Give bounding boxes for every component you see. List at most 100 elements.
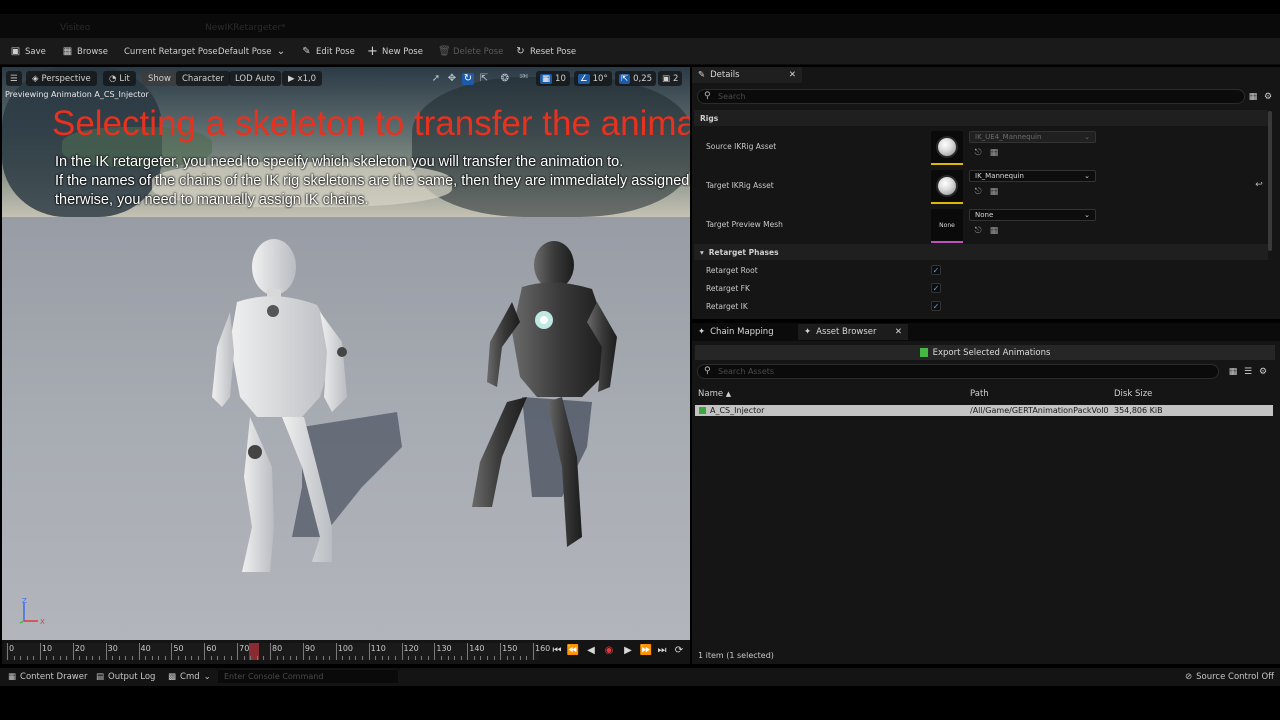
viewport[interactable]: ☰ ◈ Perspective ◔ Lit Show Character LOD… <box>2 67 690 640</box>
reset-pose-button[interactable]: ↻ Reset Pose <box>515 38 576 65</box>
timeline-tick <box>401 643 403 660</box>
close-icon[interactable]: ✕ <box>895 327 902 337</box>
folder-icon[interactable]: ▦ <box>1228 367 1238 377</box>
save-button[interactable]: ▣ Save <box>10 38 46 65</box>
section-rigs[interactable]: Rigs <box>694 110 1268 126</box>
timeline-tick <box>381 656 383 660</box>
tab-details[interactable]: ✎ Details ✕ <box>692 67 802 83</box>
play-icon[interactable]: ▶ <box>621 644 635 658</box>
export-selected-button[interactable]: Export Selected Animations <box>695 345 1275 360</box>
delete-pose-button[interactable]: 🗑 Delete Pose <box>438 38 503 65</box>
retarget-ik-checkbox[interactable]: ✓ <box>931 301 941 311</box>
select-icon[interactable]: ➚ <box>430 73 442 85</box>
use-selected-icon[interactable]: ⎋ <box>973 226 983 236</box>
source-ikrig-combo[interactable]: IK_UE4_Mannequin ⌄ <box>969 131 1096 143</box>
step-forward-icon[interactable]: ⏩ <box>639 644 653 658</box>
source-control-button[interactable]: ⊘ Source Control Off <box>1185 668 1274 686</box>
timeline-ruler[interactable]: 0 10 20 30 40 50 60 70 80 90 100 110 120 130 140 150 160 <box>5 643 550 660</box>
close-icon[interactable]: ✕ <box>789 70 796 80</box>
cmd-icon: ▩ <box>168 672 177 682</box>
skip-start-icon[interactable]: ⏮ <box>550 644 564 658</box>
details-scrollbar[interactable] <box>1268 111 1272 251</box>
gear-icon[interactable]: ⚙ <box>1258 367 1268 377</box>
column-name[interactable]: Name ▲ <box>698 389 731 399</box>
asset-name-cell: A_CS_Injector <box>710 406 765 415</box>
section-retarget-phases[interactable]: ▾ Retarget Phases <box>694 244 1268 260</box>
retarget-root-checkbox[interactable]: ✓ <box>931 265 941 275</box>
source-control-icon: ⊘ <box>1185 672 1193 682</box>
details-search-input[interactable]: ⚲ Search <box>697 89 1245 104</box>
viewport-menu-button[interactable]: ☰ <box>6 71 22 86</box>
use-selected-icon[interactable]: ⎋ <box>973 148 983 158</box>
browse-folder-icon[interactable]: ▦ <box>989 148 999 158</box>
pose-value: Default Pose <box>218 46 272 57</box>
target-mesh-combo[interactable]: None ⌄ <box>969 209 1096 221</box>
play-rate-button[interactable]: ▶ x1,0 <box>282 71 323 86</box>
source-ikrig-value: IK_UE4_Mannequin <box>975 133 1042 141</box>
timeline-tick <box>473 656 475 660</box>
coord-system-icon[interactable]: ❂ <box>499 73 511 85</box>
lit-button[interactable]: ◔ Lit <box>103 71 136 86</box>
scale-snap-icon: ⇱ <box>619 73 631 84</box>
rotation-snap-button[interactable]: ∠ 10° <box>574 71 612 86</box>
show-button[interactable]: Show <box>142 71 177 86</box>
timeline-tick <box>408 656 410 660</box>
timeline-tick <box>164 656 166 660</box>
step-back-icon[interactable]: ⏪ <box>566 644 580 658</box>
timeline-tick <box>85 656 87 660</box>
cmd-dropdown[interactable]: ▩ Cmd ⌄ <box>168 668 211 686</box>
camera-speed-button[interactable]: ▣ 2 <box>658 71 683 86</box>
tab-asset-browser[interactable]: ✦ Asset Browser ✕ <box>798 324 908 340</box>
rotate-icon[interactable]: ↻ <box>462 73 474 85</box>
column-path[interactable]: Path <box>970 389 989 399</box>
grid-snap-button[interactable]: ▦ 10 <box>536 71 570 86</box>
asset-search-input[interactable]: ⚲ Search Assets <box>697 364 1219 379</box>
play-reverse-icon[interactable]: ◀ <box>584 644 598 658</box>
content-drawer-button[interactable]: ▦ Content Drawer <box>8 668 87 686</box>
column-disk-size[interactable]: Disk Size <box>1114 389 1152 399</box>
timeline-tick-label: 150 <box>502 644 518 653</box>
content-drawer-icon: ▦ <box>8 672 17 682</box>
axis-gizmo: Z X <box>19 597 45 626</box>
surface-snap-icon[interactable]: ⎃ <box>518 73 530 85</box>
browse-button[interactable]: ▦ Browse <box>62 38 108 65</box>
tab-chain-mapping[interactable]: ✦ Chain Mapping <box>692 324 780 340</box>
reset-arrow-icon[interactable]: ↩ <box>1254 180 1264 190</box>
timeline-tick <box>434 643 436 660</box>
timeline-tick <box>151 656 153 660</box>
loop-icon[interactable]: ⟳ <box>672 644 686 658</box>
timeline-tick <box>519 656 521 660</box>
pose-dropdown[interactable]: Default Pose ⌄ <box>218 38 286 65</box>
table-row[interactable]: A_CS_Injector /All/Game/GERTAnimationPac… <box>695 405 1273 416</box>
timeline-tick <box>177 656 179 660</box>
scale-icon[interactable]: ⇱ <box>478 73 490 85</box>
record-icon[interactable]: ◉ <box>602 644 616 658</box>
new-pose-button[interactable]: + New Pose <box>367 38 423 65</box>
section-phases-label: Retarget Phases <box>708 247 779 257</box>
use-selected-icon[interactable]: ⎋ <box>973 187 983 197</box>
columns-icon[interactable]: ▦ <box>1248 92 1258 102</box>
overlay-line-2: If the names of the chains of the IK rig… <box>55 173 690 189</box>
lod-button[interactable]: LOD Auto <box>229 71 282 86</box>
target-ikrig-combo[interactable]: IK_Mannequin ⌄ <box>969 170 1096 182</box>
gear-icon[interactable]: ⚙ <box>1263 92 1273 102</box>
edit-pose-button[interactable]: ✎ Edit Pose <box>301 38 355 65</box>
timeline-tick <box>197 656 199 660</box>
app-root: Visiteo NewIKRetargeter* ▣ Save ▦ Browse… <box>0 0 1280 720</box>
skip-end-icon[interactable]: ⏭ <box>655 644 669 658</box>
browse-label: Browse <box>77 46 108 57</box>
console-command-input[interactable]: Enter Console Command <box>218 670 398 683</box>
scale-snap-button[interactable]: ⇱ 0,25 <box>615 71 657 86</box>
retarget-fk-checkbox[interactable]: ✓ <box>931 283 941 293</box>
timeline-tick <box>33 656 35 660</box>
timeline-tick <box>276 656 278 660</box>
browse-folder-icon[interactable]: ▦ <box>989 226 999 236</box>
translate-icon[interactable]: ✥ <box>446 73 458 85</box>
browse-folder-icon[interactable]: ▦ <box>989 187 999 197</box>
timeline-tick <box>263 656 265 660</box>
output-log-button[interactable]: ▤ Output Log <box>96 668 155 686</box>
filter-icon[interactable]: ☰ <box>1243 367 1253 377</box>
character-button[interactable]: Character <box>176 71 230 86</box>
perspective-button[interactable]: ◈ Perspective <box>26 71 97 86</box>
retarget-ik-label: Retarget IK <box>706 302 748 311</box>
